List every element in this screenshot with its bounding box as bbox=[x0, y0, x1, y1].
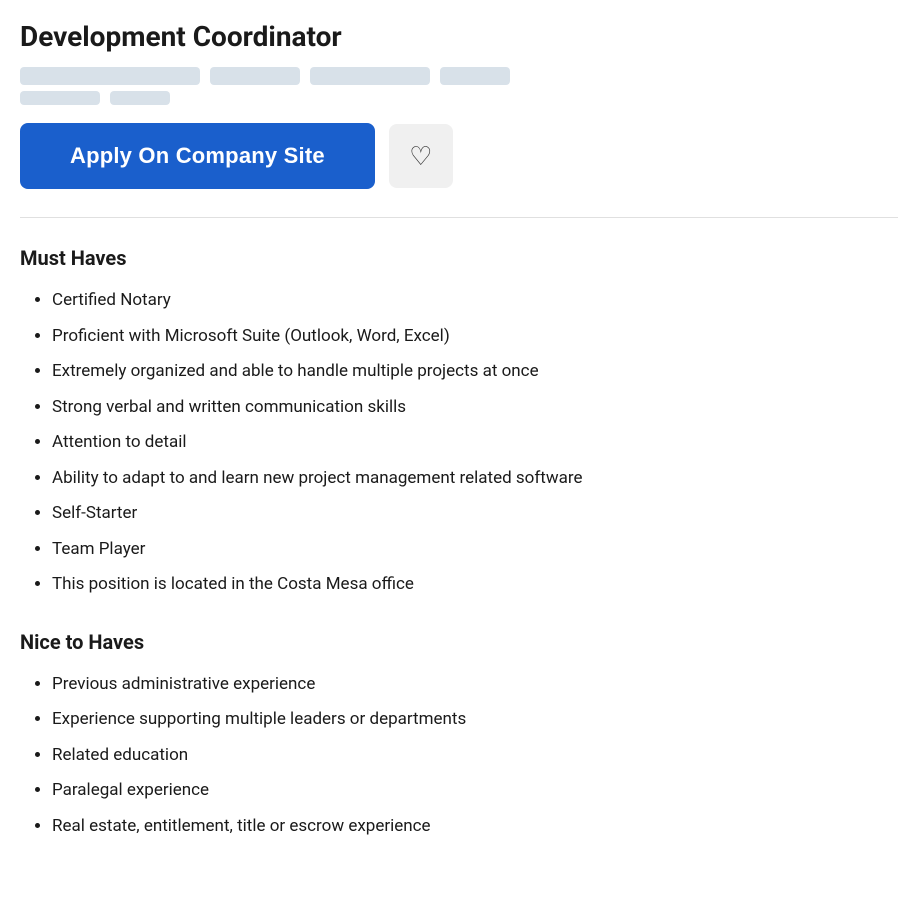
list-item: Proficient with Microsoft Suite (Outlook… bbox=[52, 324, 898, 350]
page-title: Development Coordinator bbox=[20, 20, 898, 53]
company-sub-blur1 bbox=[20, 91, 100, 105]
company-sub-blur2 bbox=[110, 91, 170, 105]
list-item: Self-Starter bbox=[52, 501, 898, 527]
list-item: Attention to detail bbox=[52, 430, 898, 456]
list-item: Certified Notary bbox=[52, 288, 898, 314]
list-item: Paralegal experience bbox=[52, 778, 898, 804]
company-extra-blur bbox=[440, 67, 510, 85]
section-divider bbox=[20, 217, 898, 218]
list-item: Ability to adapt to and learn new projec… bbox=[52, 466, 898, 492]
company-name-blur bbox=[20, 67, 200, 85]
favorite-button[interactable]: ♡ bbox=[389, 124, 453, 188]
list-item: Extremely organized and able to handle m… bbox=[52, 359, 898, 385]
must-haves-title: Must Haves bbox=[20, 246, 898, 270]
company-location-blur bbox=[310, 67, 430, 85]
nice-to-haves-list: Previous administrative experience Exper… bbox=[20, 672, 898, 840]
list-item: This position is located in the Costa Me… bbox=[52, 572, 898, 598]
list-item: Experience supporting multiple leaders o… bbox=[52, 707, 898, 733]
heart-icon: ♡ bbox=[409, 141, 432, 172]
company-detail-blur bbox=[210, 67, 300, 85]
list-item: Strong verbal and written communication … bbox=[52, 395, 898, 421]
nice-to-haves-title: Nice to Haves bbox=[20, 630, 898, 654]
company-info bbox=[20, 67, 898, 105]
must-haves-section: Must Haves Certified Notary Proficient w… bbox=[20, 246, 898, 598]
nice-to-haves-section: Nice to Haves Previous administrative ex… bbox=[20, 630, 898, 840]
list-item: Team Player bbox=[52, 537, 898, 563]
list-item: Real estate, entitlement, title or escro… bbox=[52, 814, 898, 840]
apply-button[interactable]: Apply On Company Site bbox=[20, 123, 375, 189]
list-item: Related education bbox=[52, 743, 898, 769]
action-row: Apply On Company Site ♡ bbox=[20, 123, 898, 189]
list-item: Previous administrative experience bbox=[52, 672, 898, 698]
must-haves-list: Certified Notary Proficient with Microso… bbox=[20, 288, 898, 598]
